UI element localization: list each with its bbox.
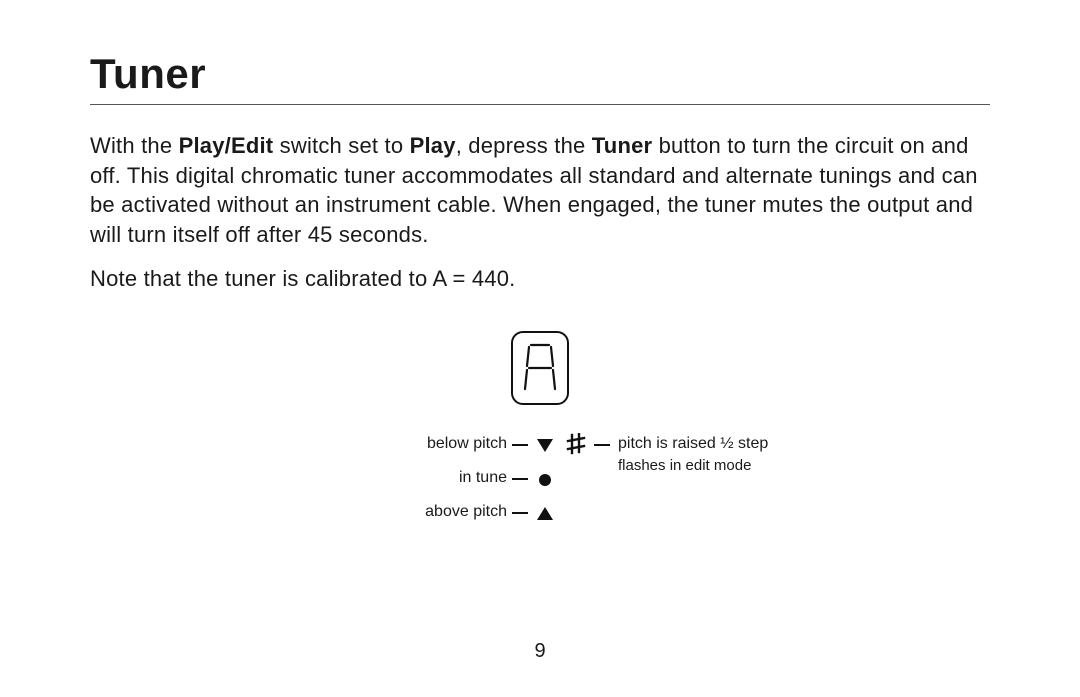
- page-number: 9: [0, 640, 1080, 663]
- p1-bold3: Tuner: [592, 133, 652, 158]
- dash-icon: [594, 444, 610, 446]
- dash-icon: [512, 478, 528, 480]
- circle-icon: [536, 469, 554, 487]
- tuner-diagram: below pitch pitch is raised ½ step flash…: [240, 331, 840, 561]
- dash-icon: [512, 512, 528, 514]
- seven-segment-a-icon: [519, 339, 561, 397]
- tuner-display-icon: [511, 331, 569, 405]
- label-pitch-raised: pitch is raised ½ step: [618, 435, 768, 453]
- paragraph-1: With the Play/Edit switch set to Play, d…: [90, 131, 990, 250]
- p1-seg3: , depress the: [456, 133, 592, 158]
- title-rule: [90, 104, 990, 105]
- label-below-pitch: below pitch: [427, 435, 507, 453]
- triangle-up-icon: [536, 503, 554, 521]
- paragraph-2: Note that the tuner is calibrated to A =…: [90, 264, 990, 294]
- manual-page: Tuner With the Play/Edit switch set to P…: [0, 0, 1080, 697]
- legend-row-below: below pitch pitch is raised ½ step flash…: [240, 435, 840, 455]
- triangle-down-icon: [536, 435, 554, 453]
- label-in-tune: in tune: [459, 469, 507, 487]
- label-above-pitch: above pitch: [425, 503, 507, 521]
- sharp-icon: [566, 433, 586, 455]
- legend-row-above: above pitch: [240, 503, 840, 523]
- p1-seg1: With the: [90, 133, 179, 158]
- legend-row-intune: in tune: [240, 469, 840, 489]
- p1-bold2: Play: [410, 133, 456, 158]
- p1-bold1: Play/Edit: [179, 133, 274, 158]
- dash-icon: [512, 444, 528, 446]
- page-title: Tuner: [90, 50, 990, 98]
- p1-seg2: switch set to: [273, 133, 409, 158]
